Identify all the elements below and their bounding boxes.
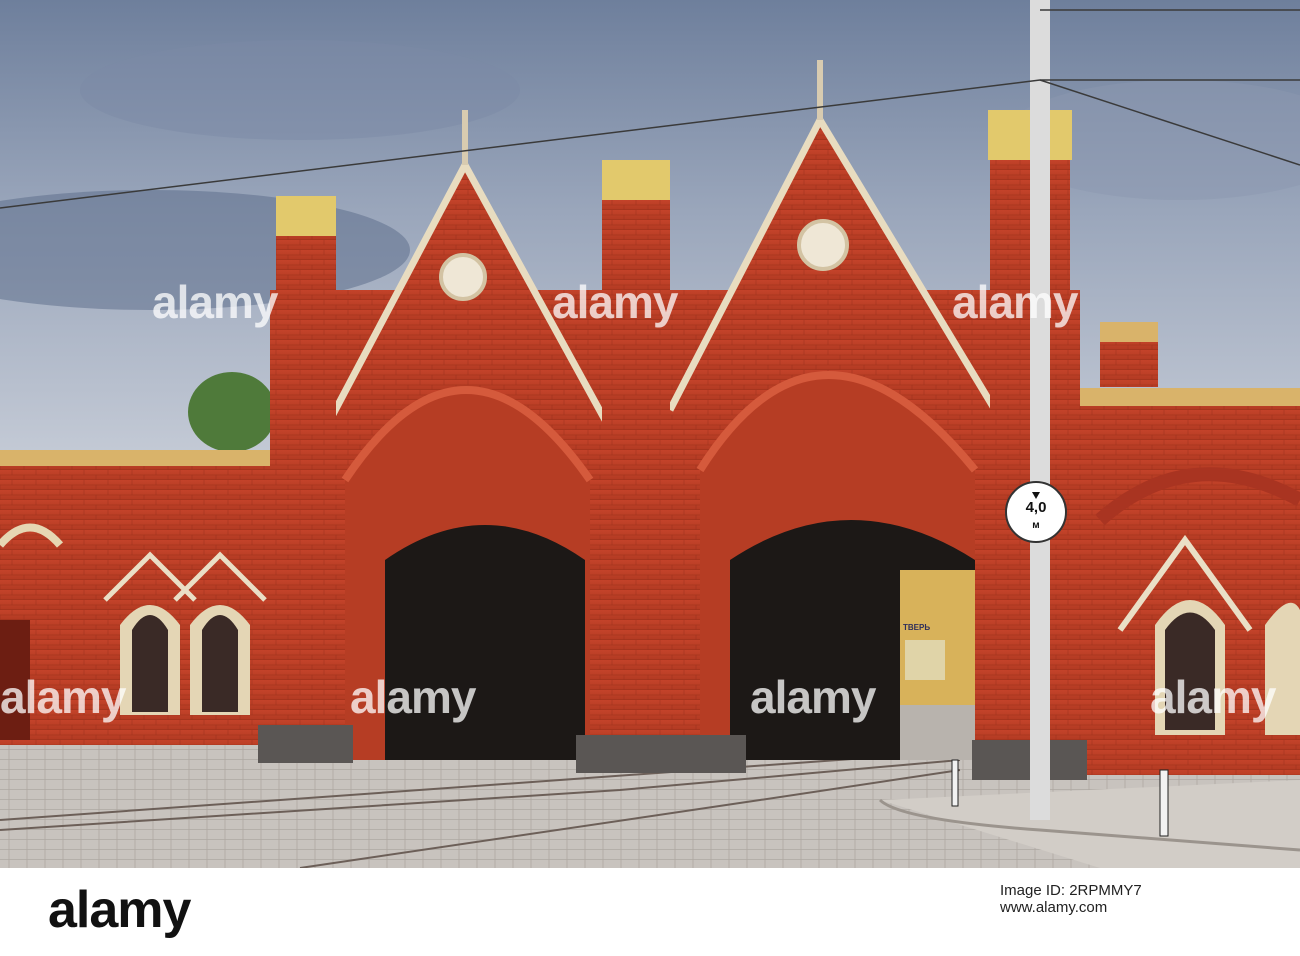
- utility-pole: [1030, 0, 1050, 820]
- height-limit-sign: 4,0 м: [1005, 481, 1067, 543]
- image-id-block: Image ID: 2RPMMY7 www.alamy.com: [1000, 882, 1260, 916]
- brick-gate-photo: ТВЕРЬ 4,0 м: [0, 0, 1300, 868]
- sign-value: 4,0: [1026, 499, 1047, 516]
- image-id-site[interactable]: www.alamy.com: [1000, 899, 1260, 916]
- left-medallion: [439, 253, 487, 301]
- left-passage: [385, 525, 585, 760]
- right-medallion: [797, 219, 849, 271]
- image-id-label: Image ID: 2RPMMY7: [1000, 882, 1142, 899]
- shop-sign: ТВЕРЬ: [903, 623, 930, 632]
- stock-photo-page: ТВЕРЬ 4,0 м alamy alamy alamy alamy alam…: [0, 0, 1300, 956]
- left-wall: [0, 450, 280, 745]
- tree: [188, 372, 276, 452]
- right-wall: [1070, 322, 1300, 775]
- sign-unit: м: [1032, 520, 1039, 531]
- bollard: [1159, 769, 1169, 837]
- alamy-logo[interactable]: alamy: [48, 880, 191, 940]
